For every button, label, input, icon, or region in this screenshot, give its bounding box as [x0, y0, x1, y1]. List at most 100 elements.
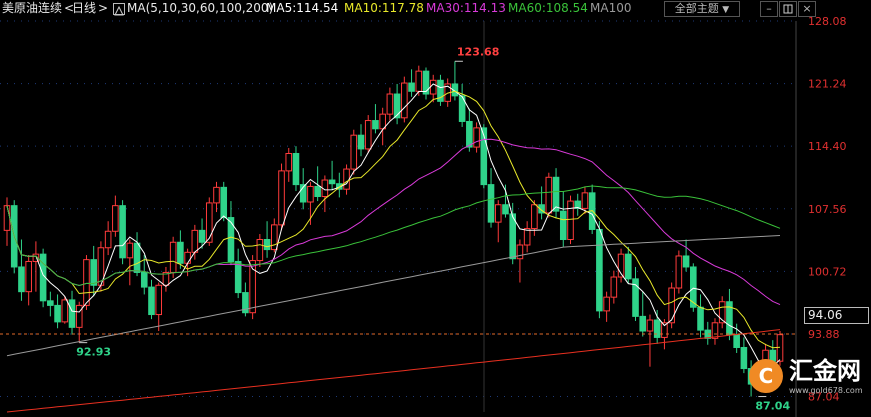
- candle-up: [523, 228, 531, 246]
- candle-down: [357, 134, 365, 150]
- candle-down: [68, 299, 76, 328]
- grid-toggle-icon[interactable]: [779, 1, 797, 17]
- candle-down: [90, 259, 97, 286]
- candle-down: [639, 315, 647, 332]
- grid-toggle-glyph: [783, 4, 793, 14]
- candle-up: [545, 176, 553, 214]
- candle-down: [733, 334, 740, 348]
- candle-down: [559, 210, 567, 241]
- candle-down: [740, 346, 748, 370]
- price-tick-label: 107.56: [808, 203, 847, 216]
- theme-dropdown[interactable]: 全部主题 ▼: [664, 1, 740, 17]
- indicator-settings-icon[interactable]: [113, 3, 125, 16]
- candle-down: [393, 93, 401, 119]
- brand-logo: C 汇金网 www.gold678.com: [749, 355, 865, 401]
- candle-up: [155, 284, 163, 316]
- candle-up: [184, 251, 191, 264]
- candle-down: [624, 253, 632, 280]
- logo-url: www.gold678.com: [789, 386, 863, 395]
- candle-down: [314, 185, 321, 198]
- ma200-line: [6, 329, 781, 413]
- candle-down: [682, 255, 690, 268]
- candle-up: [668, 287, 675, 324]
- candle-down: [653, 319, 661, 338]
- candle-up: [494, 204, 502, 223]
- candle-down: [234, 260, 242, 294]
- candle-up: [83, 259, 90, 306]
- chart-header: 美原油连续 < 日线 > MA(5,10,30,60,100,200) MA5:…: [0, 0, 871, 17]
- ma60-value: MA60:108.54: [508, 1, 588, 15]
- period-label[interactable]: 日线: [72, 0, 96, 17]
- candle-up: [364, 120, 372, 150]
- candle-down: [148, 286, 155, 316]
- candle-up: [126, 242, 134, 259]
- candle-up: [711, 322, 719, 339]
- candle-up: [205, 202, 213, 243]
- candle-up: [531, 204, 538, 230]
- candle-up: [104, 230, 112, 249]
- candle-down: [408, 82, 415, 92]
- candle-up: [256, 239, 264, 262]
- price-tick-label: 93.88: [808, 328, 840, 341]
- chevron-down-icon: ▼: [722, 5, 730, 15]
- minimize-button[interactable]: –: [760, 1, 778, 17]
- instrument-name: 美原油连续: [2, 1, 63, 15]
- candle-down: [487, 184, 495, 223]
- price-tick-label: 114.40: [808, 140, 847, 153]
- candle-down: [54, 304, 61, 323]
- candle-up: [429, 79, 437, 95]
- candle-up: [278, 170, 285, 226]
- logo-name: 汇金网: [789, 357, 861, 385]
- candle-up: [401, 82, 408, 119]
- candle-up: [581, 192, 589, 209]
- candle-up: [112, 205, 119, 232]
- candle-down: [292, 152, 300, 186]
- ma100-value: MA100: [590, 1, 632, 15]
- candle-down: [140, 271, 148, 288]
- candle-up: [3, 205, 11, 231]
- candle-down: [596, 228, 603, 312]
- candle-up: [25, 260, 32, 293]
- price-tick-label: 100.72: [808, 265, 847, 278]
- candle-up: [386, 93, 394, 115]
- candle-up: [675, 255, 683, 289]
- candle-up: [473, 127, 480, 148]
- candle-down: [328, 179, 336, 185]
- candle-down: [47, 300, 54, 306]
- candle-down: [263, 239, 271, 251]
- ma10-value: MA10:117.78: [344, 1, 424, 15]
- price-tick-label: 121.24: [808, 78, 847, 91]
- candle-up: [350, 134, 358, 170]
- candle-up: [61, 299, 69, 323]
- candle-up: [567, 200, 574, 241]
- candlestick-chart: 128.08121.24114.40107.56100.7293.8887.04…: [0, 15, 847, 417]
- candle-up: [169, 241, 177, 273]
- candle-down: [133, 242, 141, 273]
- logo-mark-icon: C: [749, 359, 783, 393]
- close-button[interactable]: ×: [798, 1, 816, 17]
- current-price-label: 94.06: [804, 307, 869, 324]
- candle-up: [415, 70, 423, 92]
- period-next-button[interactable]: >: [98, 0, 108, 17]
- candle-down: [422, 70, 430, 95]
- indicator-label[interactable]: MA(5,10,30,60,100,200): [127, 0, 273, 17]
- theme-dropdown-label: 全部主题: [674, 2, 719, 15]
- candle-up: [213, 186, 220, 204]
- candle-up: [191, 229, 199, 253]
- ma30-value: MA30:114.13: [426, 1, 506, 15]
- low-label: 87.04: [755, 400, 790, 413]
- candle-up: [343, 168, 350, 190]
- ma5-value: MA5:114.54: [266, 1, 339, 15]
- candle-down: [697, 306, 704, 331]
- candle-down: [552, 176, 560, 212]
- candle-down: [220, 186, 228, 219]
- candle-down: [177, 241, 184, 264]
- candle-down: [18, 266, 25, 293]
- candle-up: [610, 276, 618, 298]
- candle-down: [119, 205, 126, 259]
- candle-up: [646, 319, 654, 332]
- candle-down: [198, 229, 206, 243]
- candle-up: [516, 244, 524, 260]
- candle-down: [502, 204, 509, 215]
- candle-down: [372, 120, 379, 130]
